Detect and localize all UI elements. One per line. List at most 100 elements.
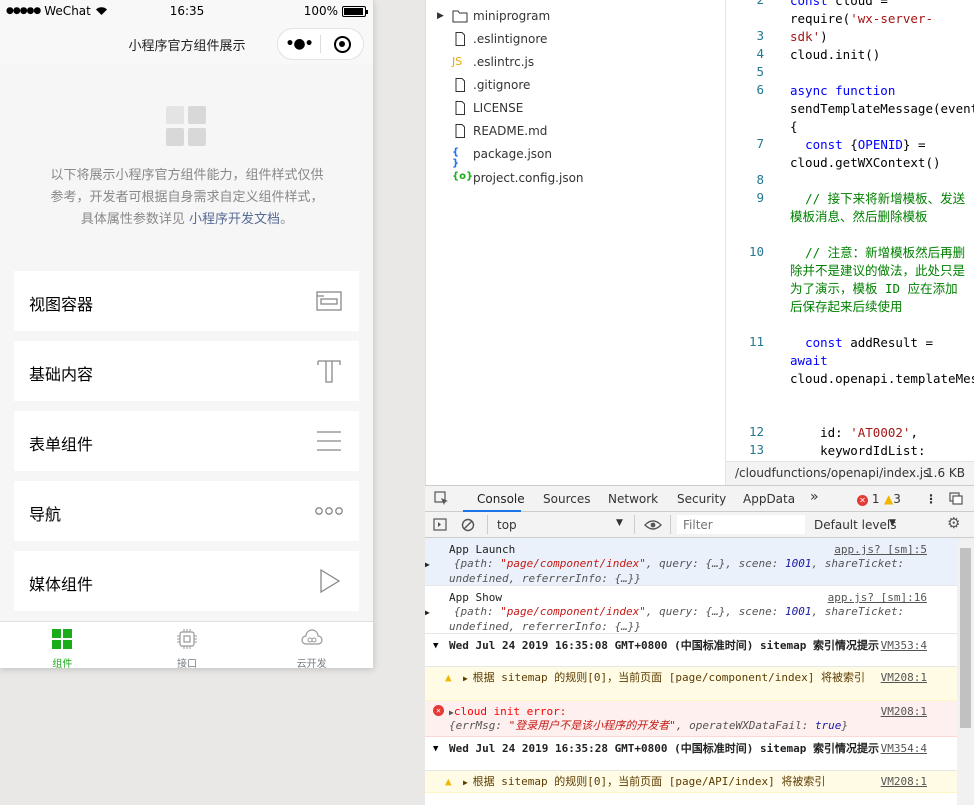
dock-icon[interactable] [949,492,963,505]
log-message: ▶cloud init error: [449,705,567,718]
log-source-link[interactable]: VM208:1 [881,775,927,789]
log-source-link[interactable]: app.js? [sm]:16 [828,591,927,605]
console-log-entry[interactable]: App Launch app.js? [sm]:5 ▶ {path: "page/… [425,538,957,586]
error-count-badge[interactable]: ✕ 1 [857,492,879,506]
console-scrollbar[interactable] [957,538,974,805]
file-item-gitignore[interactable]: .gitignore [426,74,726,96]
expand-arrow-icon[interactable]: ▶ [463,674,473,683]
file-item-project-config[interactable]: {o} project.config.json [426,167,726,189]
menu-item-media[interactable]: 媒体组件 [14,551,359,611]
tab-components[interactable]: 组件 [0,622,125,668]
file-item-miniprogram[interactable]: ▶ miniprogram [426,5,726,27]
line-number: 5 [756,64,764,79]
tab-console[interactable]: Console [477,492,525,506]
expand-arrow-icon[interactable]: ▶ [463,778,473,787]
file-path: /cloudfunctions/openapi/index.js [735,466,930,480]
code-text: const {OPENID} = cloud.getWXContext() [790,137,941,170]
line-number: 8 [756,172,764,187]
simulator: ●●●●● WeChat 16:35 100% 小程序官方组件展示 •●• 以下… [0,0,374,668]
battery-icon [342,5,368,17]
file-item-eslintrc[interactable]: JS .eslintrc.js [426,51,726,73]
target-icon [333,35,351,53]
collapse-arrow-icon[interactable]: ▼ [433,639,438,653]
file-icon [455,101,465,115]
clear-console-icon[interactable] [461,518,475,532]
log-object-detail[interactable]: ▶ {path: "page/component/index", query: {… [425,557,929,586]
more-options-icon[interactable]: •●• [278,36,320,52]
settings-gear-icon[interactable]: ⚙ [947,514,960,532]
log-levels-dropdown[interactable]: Default levels [814,518,896,532]
file-icon [455,124,465,138]
console-warning-entry[interactable]: ▲ ▶ 根据 sitemap 的规则[0]，当前页面 [page/compone… [425,667,957,701]
error-count: 1 [871,492,880,506]
code-text: const addResult = await cloud.openapi.te… [790,335,974,386]
menu-item-navigation[interactable]: 导航 [14,481,359,541]
log-source-link[interactable]: VM208:1 [881,671,927,685]
scrollbar-thumb[interactable] [960,548,971,728]
devtools-panel: Console Sources Network Security AppData… [425,485,974,805]
file-name: .eslintrc.js [473,55,535,69]
toolbar-divider [634,515,635,534]
tab-network[interactable]: Network [608,492,658,506]
eye-icon[interactable] [644,519,662,531]
code-comment: // 注意：新增模板然后再删除并不是建议的做法，此处只是为了演示，模板 ID 应… [790,245,966,314]
log-source-link[interactable]: VM208:1 [881,705,927,719]
log-source-link[interactable]: VM353:4 [881,639,927,653]
code-editor[interactable]: 2 const cloud = require('wx-server-sdk')… [725,0,974,461]
console-group-header[interactable]: ▼ Wed Jul 24 2019 16:35:28 GMT+0800 (中国标… [425,737,957,771]
console-group-header[interactable]: ▼ Wed Jul 24 2019 16:35:08 GMT+0800 (中国标… [425,634,957,667]
more-tabs-icon[interactable]: » [810,489,819,505]
tab-appdata[interactable]: AppData [743,492,795,506]
folder-icon [452,10,468,23]
log-source-link[interactable]: VM354:4 [881,742,927,756]
console-log-entry[interactable]: App Show app.js? [sm]:16 ▶ {path: "page/c… [425,586,957,634]
intro-text: 以下将展示小程序官方组件能力，组件样式仅供 参考，开发者可根据自身需求自定义组件… [24,165,350,231]
log-object-detail[interactable]: {errMsg: "登录用户不是该小程序的开发者", operateWXData… [449,719,879,733]
tab-label: 接口 [177,659,197,668]
close-miniprogram-button[interactable] [321,35,363,53]
menu-item-basic-content[interactable]: 基础内容 [14,341,359,401]
file-item-license[interactable]: LICENSE [426,97,726,119]
levels-dropdown-icon[interactable]: ▼ [889,518,896,528]
file-item-readme[interactable]: README.md [426,120,726,142]
line-number: 2 [726,0,764,7]
log-source-link[interactable]: app.js? [sm]:5 [834,543,927,557]
console-error-entry[interactable]: ✕ ▶cloud init error: VM208:1 {errMsg: "登… [425,701,957,737]
tab-security[interactable]: Security [677,492,726,506]
tab-label: 组件 [52,659,73,668]
json-file-icon: { } [452,147,460,169]
kebab-menu-icon[interactable]: ⋮ [925,492,937,506]
filter-input[interactable] [677,515,805,534]
tab-api[interactable]: 接口 [125,622,250,668]
navigation-dots-icon [315,507,343,515]
intro-line-1: 以下将展示小程序官方组件能力，组件样式仅供 [50,168,324,183]
text-t-icon [317,360,341,383]
expand-arrow-icon[interactable]: ▶ [437,11,444,21]
tab-cloud[interactable]: 云开发 [249,622,373,668]
collapse-arrow-icon[interactable]: ▼ [433,742,438,756]
context-selector[interactable]: top [497,518,517,532]
menu-item-form[interactable]: 表单组件 [14,411,359,471]
docs-link[interactable]: 小程序开发文档 [189,212,280,227]
js-file-icon: JS [452,55,463,68]
warning-icon: ▲ [445,775,452,788]
menu-item-view-container[interactable]: 视图容器 [14,271,359,331]
warning-icon: ▲ [884,492,894,506]
tab-label: 云开发 [296,659,327,668]
file-item-package-json[interactable]: { } package.json [426,143,726,169]
tab-sources[interactable]: Sources [543,492,590,506]
file-item-eslintignore[interactable]: .eslintignore [426,28,726,50]
warning-count-badge[interactable]: ▲3 [884,492,901,506]
line-number: 13 [748,442,764,457]
expand-arrow-icon[interactable]: ▶ [425,608,430,617]
console-warning-entry[interactable]: ▲ ▶ 根据 sitemap 的规则[0]，当前页面 [page/API/ind… [425,771,957,793]
log-message: App Show [449,591,502,604]
menu-item-label: 基础内容 [29,365,94,384]
expand-arrow-icon[interactable]: ▶ [425,560,430,569]
error-icon: ✕ [857,495,868,506]
context-dropdown-icon[interactable]: ▼ [616,518,623,528]
inspect-element-icon[interactable] [434,491,449,506]
sidebar-toggle-icon[interactable] [433,518,447,531]
code-text: cloud.init() [790,47,881,62]
log-object-detail[interactable]: ▶ {path: "page/component/index", query: {… [425,605,929,634]
